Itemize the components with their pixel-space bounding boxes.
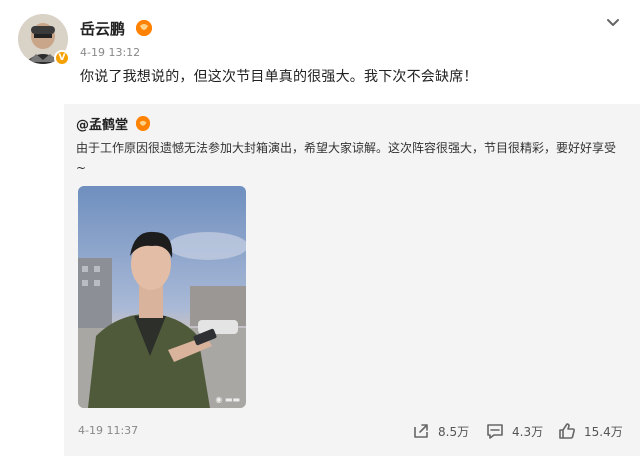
like-button[interactable]: 15.4万 xyxy=(558,420,623,442)
repost-card: @孟鹤堂 由于工作原因很遗憾无法参加大封箱演出，希望大家谅解。这次阵容很强大，节… xyxy=(64,104,640,456)
post-header: V 岳云鹏 4-19 13:12 你说了我想说的，但这次节目单真的很强大。我下次… xyxy=(0,0,640,96)
chevron-down-icon[interactable] xyxy=(602,12,624,34)
repost-member-badge-icon xyxy=(136,116,150,131)
post-timestamp[interactable]: 4-19 13:12 xyxy=(80,46,140,59)
comment-icon xyxy=(487,424,503,439)
comment-count: 4.3万 xyxy=(512,424,544,439)
repost-photo[interactable]: ◉ ▬▬ xyxy=(78,186,246,408)
like-count: 15.4万 xyxy=(584,424,623,439)
verified-icon: V xyxy=(54,50,70,66)
thumbs-up-icon xyxy=(559,423,575,439)
post-text: 你说了我想说的，但这次节目单真的很强大。我下次不会缺席！ xyxy=(80,69,478,85)
share-icon xyxy=(414,424,428,438)
share-count: 8.5万 xyxy=(438,424,470,439)
repost-timestamp[interactable]: 4-19 11:37 xyxy=(78,424,138,437)
share-button[interactable]: 8.5万 xyxy=(412,420,469,442)
member-badge-icon xyxy=(136,20,152,36)
photo-image xyxy=(78,186,246,408)
photo-watermark: ◉ ▬▬ xyxy=(215,395,240,404)
repost-author[interactable]: @孟鹤堂 xyxy=(76,114,128,133)
comment-button[interactable]: 4.3万 xyxy=(486,420,543,442)
repost-text: 由于工作原因很遗憾无法参加大封箱演出，希望大家谅解。这次阵容很强大，节目很精彩，… xyxy=(76,141,617,175)
username[interactable]: 岳云鹏 xyxy=(80,18,125,39)
